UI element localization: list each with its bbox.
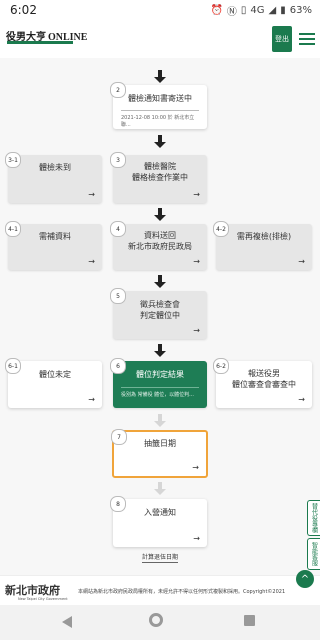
step-card-8[interactable]: 8 入營通知 → (110, 496, 207, 547)
battery-percent: 63% (289, 5, 312, 16)
step-card-4-1[interactable]: 4-1 需補資料 → (5, 221, 102, 270)
step-card-6-1[interactable]: 6-1 體位未定 → (5, 358, 102, 408)
step-card-6-2[interactable]: 6-2 報送役男 體位審查會審查中 → (213, 358, 312, 408)
arrow-right-icon: → (298, 257, 305, 266)
recents-icon[interactable] (244, 615, 255, 626)
step-title: 入營通知 (144, 508, 176, 517)
step-title: 體位判定結果 (136, 370, 184, 379)
step-card-3[interactable]: 3 體檢醫院 體格檢查作業中 → (110, 152, 207, 203)
home-icon[interactable] (149, 613, 163, 627)
hamburger-icon[interactable] (299, 33, 315, 45)
side-tab-chatbot[interactable]: 智能客服 (307, 538, 320, 570)
site-footer: 新北市政府 New Taipei City Government 本網站為新北市… (0, 570, 320, 606)
step-title: 體位未定 (39, 370, 71, 379)
step-sub: 役別為 常備役 體位，以體位判... (121, 387, 199, 398)
back-icon[interactable] (62, 616, 72, 628)
step-card-3-1[interactable]: 3-1 體檢未到 → (5, 152, 102, 203)
vibrate-icon: ▯ (240, 5, 247, 16)
logout-button[interactable]: 登出 (272, 26, 292, 52)
scroll-top-button[interactable]: ^ (296, 570, 314, 588)
copyright-text: 本網站為新北市政府民政局權所有，未經允許不得以任何形式複製和採用。Copyrig… (78, 589, 286, 595)
alarm-icon: ⏰ (210, 5, 223, 16)
logo-underline (7, 41, 73, 44)
footer-logo-cn: 新北市政府 (5, 584, 60, 597)
arrow-right-icon: → (88, 190, 95, 199)
step-title: 體檢醫院 體格檢查作業中 (132, 162, 188, 182)
battery-icon: ▮ (280, 5, 286, 16)
step-sub: 2021-12-08 10:00 於 新北市立聯... (121, 110, 199, 128)
signal-icon: ◢ (268, 5, 277, 16)
calc-discharge-label: 計算退伍日期 (141, 554, 178, 563)
arrow-right-icon: → (193, 257, 200, 266)
arrow-right-icon: → (88, 395, 95, 404)
step-title: 資料送回 新北市政府民政局 (128, 231, 192, 251)
step-title: 徵兵檢查會 判定體位中 (140, 300, 180, 320)
status-time: 6:02 (10, 3, 37, 17)
footer-logo: 新北市政府 (5, 582, 60, 598)
step-title: 體檢未到 (39, 163, 71, 172)
step-title: 需補資料 (39, 232, 71, 241)
step-card-4[interactable]: 4 資料送回 新北市政府民政局 → (110, 221, 207, 270)
step-title: 抽籤日期 (144, 439, 176, 448)
chevron-up-icon: ^ (300, 573, 310, 585)
arrow-right-icon: → (193, 326, 200, 335)
arrow-right-icon: → (192, 463, 199, 472)
app-header: 役男大亨 ONLINE 登出 (0, 20, 320, 59)
step-card-2[interactable]: 2 體檢通知書寄送中 2021-12-08 10:00 於 新北市立聯... (110, 82, 207, 129)
status-icons: ⏰ Ⓝ ▯ 4G ◢ ▮ 63% (210, 3, 312, 18)
step-card-6[interactable]: 6 體位判定結果 役別為 常備役 體位，以體位判... (110, 358, 207, 408)
step-card-7[interactable]: 7 抽籤日期 → (111, 429, 208, 478)
footer-logo-en: New Taipei City Government (18, 597, 68, 601)
step-card-4-2[interactable]: 4-2 需再複檢(排檢) → (213, 221, 312, 270)
status-bar: 6:02 ⏰ Ⓝ ▯ 4G ◢ ▮ 63% (0, 0, 320, 20)
arrow-right-icon: → (298, 395, 305, 404)
step-title: 需再複檢(排檢) (236, 232, 292, 241)
arrow-right-icon: → (193, 534, 200, 543)
arrow-right-icon: → (193, 190, 200, 199)
step-title: 報送役男 體位審查會審查中 (232, 369, 296, 389)
side-tab-alternative-service[interactable]: 替代役專欄 (307, 500, 320, 536)
calc-discharge-link[interactable]: 計算退伍日期 (0, 552, 320, 563)
system-nav-bar (0, 605, 320, 640)
nfc-icon: Ⓝ (226, 7, 237, 18)
network-type: 4G (250, 5, 265, 16)
arrow-right-icon: → (88, 257, 95, 266)
step-card-5[interactable]: 5 徵兵檢查會 判定體位中 → (110, 288, 207, 339)
flow-chart: 2 體檢通知書寄送中 2021-12-08 10:00 於 新北市立聯... 3… (0, 58, 320, 584)
step-title: 體檢通知書寄送中 (128, 94, 192, 103)
